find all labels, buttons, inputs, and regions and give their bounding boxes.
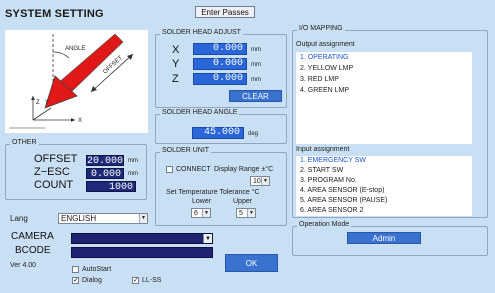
diagram-svg: ANGLE OFFSET X Y Z (9, 33, 134, 129)
llss-label: LL-SS (142, 277, 162, 284)
solder-unit-legend: SOLDER UNIT (160, 147, 212, 154)
upper-value: 5 (239, 210, 243, 217)
enter-passes-button[interactable]: Enter Passes (195, 6, 255, 18)
count-value[interactable]: 1000 (86, 181, 136, 193)
z-axis-label: Z (36, 100, 40, 106)
display-range-select[interactable]: 10 ▼ (250, 176, 270, 186)
adjust-z-label: Z (172, 73, 179, 85)
chevron-down-icon: ▼ (247, 209, 255, 217)
autostart-checkbox[interactable] (72, 266, 79, 273)
input-item[interactable]: 5. AREA SENSOR (PAUSE) (296, 196, 472, 206)
z-axis-arrowhead (31, 96, 35, 100)
tolerance-label: Set Temperature Tolerance °C (166, 189, 260, 196)
y-axis-line (32, 107, 52, 121)
chevron-down-icon: ▼ (261, 177, 269, 185)
head-angle-value[interactable]: 45.000 (192, 127, 244, 139)
chevron-down-icon: ▼ (203, 234, 212, 243)
x-axis-arrowhead (71, 118, 75, 122)
display-range-value: 10 (253, 178, 261, 185)
adjust-y-label: Y (172, 58, 180, 70)
input-item[interactable]: 4. AREA SENSOR (E-stop) (296, 186, 472, 196)
bcode-input[interactable] (71, 247, 213, 258)
adjust-z-value[interactable]: 0.000 (193, 73, 247, 85)
adjust-x-value[interactable]: 0.000 (193, 43, 247, 55)
version-label: Ver 4.00 (10, 262, 37, 269)
x-axis-label: X (78, 118, 82, 124)
offset-value[interactable]: 20.000 (86, 155, 124, 167)
solder-head-angle-legend: SOLDER HEAD ANGLE (160, 109, 240, 116)
output-item[interactable]: 1. OPERATING (296, 52, 472, 63)
output-item[interactable]: 3. RED LMP (296, 74, 472, 85)
solder-head-adjust-legend: SOLDER HEAD ADJUST (160, 29, 243, 36)
upper-tolerance-select[interactable]: 5 ▼ (236, 208, 256, 218)
offset-unit: mm (128, 158, 138, 164)
offset-label: OFFSET (34, 153, 78, 165)
adjust-x-unit: mm (251, 47, 261, 53)
zesc-value[interactable]: 0.000 (86, 168, 124, 180)
display-range-label: Display Range ±°C (214, 166, 274, 173)
lang-value: ENGLISH (61, 214, 97, 223)
input-item[interactable]: 1. EMERGENCY SW (296, 156, 472, 166)
adjust-y-value[interactable]: 0.000 (193, 58, 247, 70)
output-assignment-title: Output assignment (296, 41, 355, 48)
angle-arc (52, 51, 70, 59)
y-axis-label: Y (45, 100, 49, 106)
connect-checkbox[interactable] (166, 166, 173, 173)
angle-offset-diagram: ANGLE OFFSET X Y Z (5, 30, 148, 133)
adjust-x-label: X (172, 44, 180, 56)
dialog-label: Dialog (82, 277, 102, 284)
camera-label: CAMERA (11, 231, 54, 242)
input-item[interactable]: 3. PROGRAM No. (296, 176, 472, 186)
bcode-label: BCODE (15, 245, 51, 256)
clear-button[interactable]: CLEAR (229, 90, 282, 102)
llss-checkbox[interactable]: ✓ (132, 277, 139, 284)
autostart-label: AutoStart (82, 266, 112, 273)
dialog-checkbox[interactable]: ✓ (72, 277, 79, 284)
io-mapping-legend: I/O MAPPING (297, 25, 345, 32)
camera-select[interactable]: ▼ (71, 233, 213, 244)
output-item[interactable]: 4. GREEN LMP (296, 85, 472, 96)
adjust-y-unit: mm (251, 62, 261, 68)
count-label: COUNT (34, 179, 74, 191)
chevron-down-icon: ▼ (202, 209, 210, 217)
lower-value: 6 (194, 210, 198, 217)
zesc-label: Z−ESC (34, 166, 70, 178)
lower-label: Lower (192, 198, 212, 205)
output-assignment-list: 1. OPERATING 2. YELLOW LMP 3. RED LMP 4.… (296, 52, 472, 144)
lang-select[interactable]: ENGLISH ▼ (58, 213, 148, 224)
operation-mode-legend: Operation Mode (297, 221, 352, 228)
lower-tolerance-select[interactable]: 6 ▼ (191, 208, 211, 218)
angle-label: ANGLE (65, 46, 85, 52)
zesc-unit: mm (128, 171, 138, 177)
head-angle-unit: deg (248, 131, 259, 137)
adjust-z-unit: mm (251, 77, 261, 83)
input-assignment-title: Input assignment (296, 146, 350, 153)
output-item[interactable]: 2. YELLOW LMP (296, 63, 472, 74)
input-item[interactable]: 2. START SW (296, 166, 472, 176)
input-item[interactable]: 6. AREA SENSOR 2 (296, 206, 472, 216)
connect-label: CONNECT (176, 166, 211, 173)
window-title: SYSTEM SETTING (5, 8, 104, 20)
lang-label: Lang (10, 214, 28, 223)
input-assignment-list: 1. EMERGENCY SW 2. START SW 3. PROGRAM N… (296, 156, 472, 216)
other-legend: OTHER (10, 139, 39, 146)
ok-button[interactable]: OK (225, 254, 278, 272)
admin-mode-button[interactable]: Admin (347, 232, 421, 244)
chevron-down-icon: ▼ (139, 214, 147, 223)
system-setting-window: { "title": "SYSTEM SETTING", "enter_pass… (0, 0, 495, 293)
upper-label: Upper (233, 198, 253, 205)
